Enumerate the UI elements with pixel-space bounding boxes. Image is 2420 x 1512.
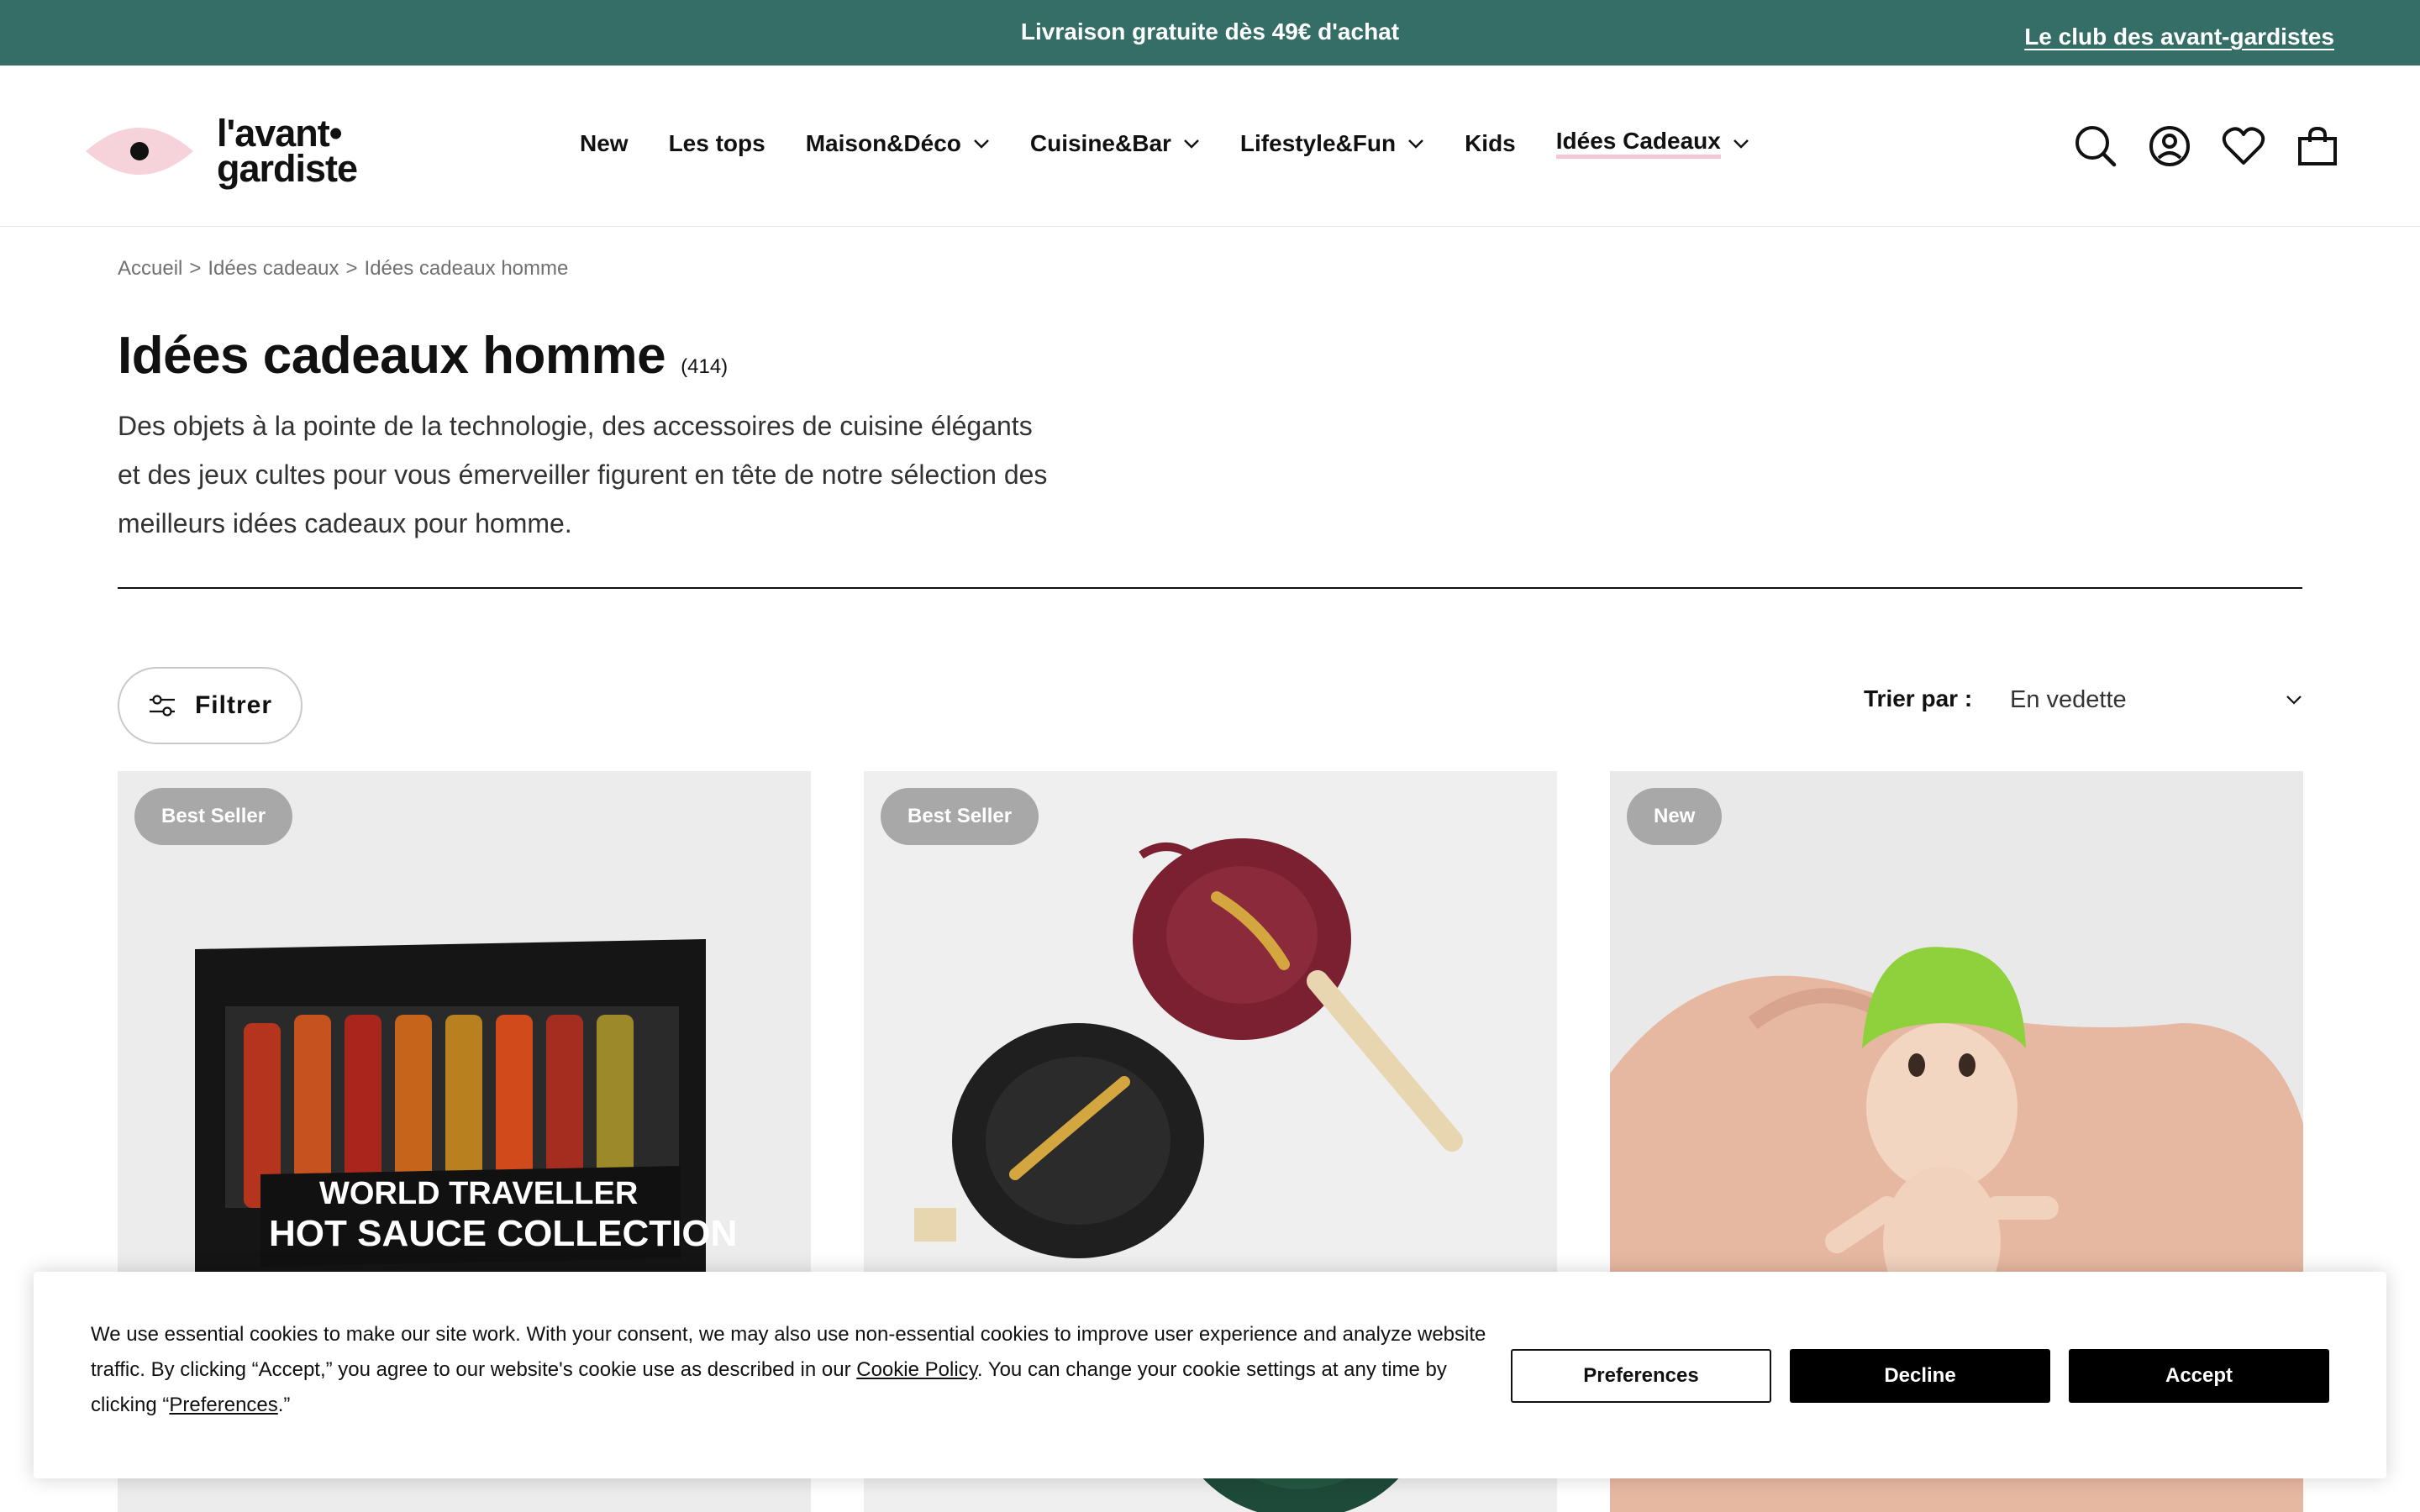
sort-select[interactable]: En vedette [2010,677,2302,722]
nav-item-kids[interactable]: Kids [1465,130,1516,157]
nav-label: New [580,129,629,156]
nav-item-new[interactable]: New [580,130,629,157]
sort-label: Trier par : [1864,685,1973,711]
eye-logo-icon [86,128,193,175]
product-badge: Best Seller [881,788,1039,845]
chevron-down-icon [1184,139,1199,149]
product-count: (414) [681,355,729,378]
filter-label: Filtrer [194,691,273,719]
preferences-link[interactable]: Preferences [169,1394,277,1416]
filter-button[interactable]: Filtrer [118,667,302,744]
cookie-banner: We use essential cookies to make our sit… [34,1272,2386,1478]
accept-button[interactable]: Accept [2069,1349,2329,1403]
main-nav: New Les tops Maison&Déco Cuisine&Bar Lif… [580,128,1790,159]
breadcrumb-separator: > [189,257,202,280]
page-header: Idées cadeaux homme (414) [118,326,728,386]
logo-line-1: l'avant• [217,112,343,155]
cookie-text-part: .” [277,1394,291,1416]
logo-wordmark: l'avant• gardiste [217,112,358,190]
cookie-message: We use essential cookies to make our sit… [91,1317,1502,1423]
product-image-text-line2: HOT SAUCE COLLECTION [269,1213,737,1254]
breadcrumb-current: Idées cadeaux homme [364,257,569,280]
search-icon[interactable] [2072,123,2119,170]
logo[interactable]: l'avant• gardiste [82,108,385,192]
breadcrumb-separator: > [345,257,358,280]
sort-value: En vedette [2010,685,2127,713]
breadcrumb-home[interactable]: Accueil [118,257,182,281]
divider [118,587,2302,589]
heart-icon[interactable] [2220,123,2267,170]
nav-label: Cuisine&Bar [1029,129,1171,156]
preferences-button[interactable]: Preferences [1511,1349,1771,1403]
nav-item-lifestyle-fun[interactable]: Lifestyle&Fun [1240,130,1424,157]
nav-label: Idées Cadeaux [1555,128,1721,159]
cookie-policy-link[interactable]: Cookie Policy [856,1358,977,1381]
chevron-down-icon [974,139,989,149]
announcement-bar: Livraison gratuite dès 49€ d'achat Le cl… [0,0,2420,66]
breadcrumb-gift-ideas[interactable]: Idées cadeaux [208,257,339,281]
filter-sliders-icon [149,695,175,717]
site-header: l'avant• gardiste New Les tops Maison&Dé… [0,66,2420,227]
breadcrumb: Accueil > Idées cadeaux > Idées cadeaux … [118,257,568,281]
nav-item-les-tops[interactable]: Les tops [669,130,765,157]
decline-button[interactable]: Decline [1790,1349,2050,1403]
cart-icon[interactable] [2294,123,2341,170]
logo-line-2: gardiste [217,147,358,190]
nav-item-cuisine-bar[interactable]: Cuisine&Bar [1030,130,1200,157]
product-badge: New [1627,788,1723,845]
nav-label: Lifestyle&Fun [1239,129,1397,156]
header-icons [2045,123,2341,170]
product-image-text-line1: WORLD TRAVELLER [319,1176,638,1211]
nav-label: Kids [1465,129,1516,156]
page-description: Des objets à la pointe de la technologie… [118,411,1048,538]
chevron-down-icon [1408,139,1423,149]
nav-label: Les tops [668,129,765,156]
account-icon[interactable] [2146,123,2193,170]
product-badge: Best Seller [134,788,293,845]
club-link[interactable]: Le club des avant-gardistes [2024,24,2334,50]
page-title: Idées cadeaux homme [118,327,666,385]
chevron-down-icon [2286,696,2302,705]
nav-item-idees-cadeaux[interactable]: Idées Cadeaux [1555,128,1749,159]
nav-item-maison-deco[interactable]: Maison&Déco [806,130,990,157]
nav-label: Maison&Déco [805,129,961,156]
chevron-down-icon [1733,139,1749,149]
